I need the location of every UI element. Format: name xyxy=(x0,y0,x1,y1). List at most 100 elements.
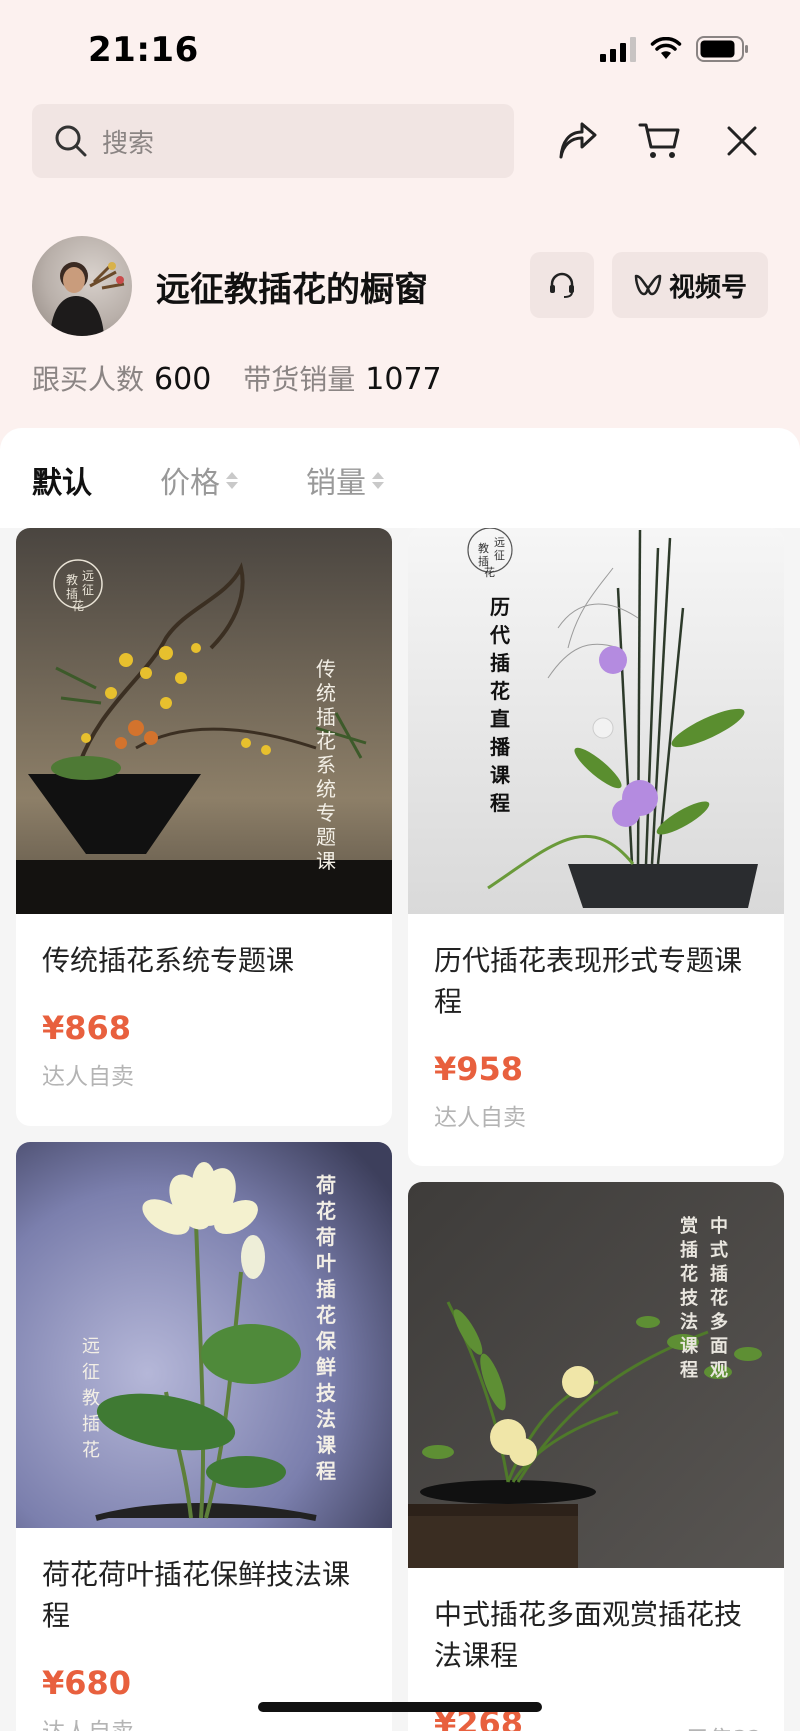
svg-text:课: 课 xyxy=(316,849,336,873)
product-card[interactable]: 中式插花多面观赏插花技法课程 中式插花多面观赏插花技法课程 ¥268 已售32 xyxy=(408,1182,784,1731)
svg-text:教: 教 xyxy=(66,572,78,587)
svg-text:花: 花 xyxy=(484,566,495,579)
svg-text:征: 征 xyxy=(82,1362,100,1383)
search-input[interactable]: 搜索 xyxy=(32,104,514,178)
product-price: ¥680 xyxy=(42,1664,132,1702)
channels-button[interactable]: 视频号 xyxy=(612,252,768,318)
product-card[interactable]: 传统插花系统专题课 远征教插花 传统插花系统专题课 ¥868 达人自卖 xyxy=(16,528,392,1126)
svg-text:技: 技 xyxy=(680,1287,699,1309)
svg-text:保: 保 xyxy=(315,1329,337,1353)
product-sold-count: 已售32 xyxy=(687,1720,762,1731)
product-title: 传统插花系统专题课 xyxy=(42,944,295,977)
shop-avatar[interactable] xyxy=(32,236,132,336)
svg-text:征: 征 xyxy=(494,549,505,562)
svg-text:中: 中 xyxy=(710,1215,728,1237)
sort-arrows-icon xyxy=(372,471,384,489)
search-icon xyxy=(55,125,87,157)
product-card[interactable]: 荷花荷叶插花保鲜技法课程 远征教插花 荷花荷叶插花保鲜技法课程 ¥680 达人自… xyxy=(16,1142,392,1731)
svg-text:插: 插 xyxy=(316,705,336,729)
svg-text:课: 课 xyxy=(490,763,511,787)
product-seller: 达人自卖 xyxy=(434,1105,526,1131)
svg-text:统: 统 xyxy=(316,777,336,801)
svg-text:插: 插 xyxy=(490,651,510,675)
svg-text:观: 观 xyxy=(710,1360,728,1381)
svg-text:远: 远 xyxy=(494,536,505,549)
product-price: ¥958 xyxy=(434,1050,524,1088)
product-card[interactable]: 历代插花直播课程 远征教插花 历代插花表现形式专题课程 ¥958 达人自卖 xyxy=(408,528,784,1166)
status-icons xyxy=(600,36,750,62)
close-button[interactable] xyxy=(712,110,772,172)
product-title: 中式插花多面观赏插花技法课程 xyxy=(434,1598,743,1672)
svg-text:专: 专 xyxy=(316,801,336,825)
svg-text:远: 远 xyxy=(82,1336,100,1357)
product-title: 历代插花表现形式专题课程 xyxy=(434,944,743,1018)
status-time: 21:16 xyxy=(88,30,199,70)
svg-text:教: 教 xyxy=(478,542,489,555)
sort-tab-default[interactable]: 默认 xyxy=(32,458,92,502)
headset-icon xyxy=(550,272,574,298)
svg-text:程: 程 xyxy=(316,1459,336,1483)
product-price: ¥868 xyxy=(42,1009,132,1047)
sales-count: 1077 xyxy=(365,362,442,397)
svg-text:多: 多 xyxy=(710,1311,728,1333)
svg-text:花: 花 xyxy=(710,1287,728,1309)
sort-tab-default-label: 默认 xyxy=(32,466,92,501)
svg-text:式: 式 xyxy=(710,1239,728,1261)
svg-text:征: 征 xyxy=(82,583,94,597)
svg-text:统: 统 xyxy=(316,681,336,705)
product-image: 中式插花多面观 赏插花技法课程 xyxy=(408,1182,784,1568)
cart-button[interactable] xyxy=(630,110,690,172)
svg-text:插: 插 xyxy=(680,1239,698,1261)
cellular-signal-icon xyxy=(600,36,636,62)
sort-arrows-icon xyxy=(226,471,238,489)
svg-text:程: 程 xyxy=(680,1360,698,1381)
svg-text:历: 历 xyxy=(490,595,510,619)
share-icon xyxy=(559,122,597,159)
shop-stats: 跟买人数 600 带货销量 1077 xyxy=(32,358,442,398)
product-seller: 达人自卖 xyxy=(42,1064,134,1090)
cart-icon xyxy=(638,123,680,158)
svg-text:花: 花 xyxy=(680,1263,698,1285)
svg-text:花: 花 xyxy=(316,1303,336,1327)
svg-text:课: 课 xyxy=(316,1433,337,1457)
svg-text:荷: 荷 xyxy=(316,1225,336,1249)
wifi-icon xyxy=(650,37,682,59)
sort-tab-sales[interactable]: 销量 xyxy=(306,458,384,502)
svg-text:代: 代 xyxy=(489,623,510,647)
status-bar: 21:16 xyxy=(0,0,800,100)
svg-text:插: 插 xyxy=(710,1263,728,1285)
channels-icon xyxy=(634,274,662,296)
shop-name: 远征教插花的橱窗 xyxy=(156,270,428,310)
channels-label: 视频号 xyxy=(668,272,747,303)
svg-text:赏: 赏 xyxy=(680,1215,698,1237)
svg-text:花: 花 xyxy=(82,1440,100,1461)
share-button[interactable] xyxy=(548,110,608,172)
sort-tab-price[interactable]: 价格 xyxy=(160,458,238,502)
search-placeholder: 搜索 xyxy=(102,128,155,159)
svg-text:播: 播 xyxy=(490,735,511,759)
svg-text:程: 程 xyxy=(490,791,510,815)
svg-text:花: 花 xyxy=(316,1199,336,1223)
svg-text:法: 法 xyxy=(316,1407,336,1431)
svg-text:叶: 叶 xyxy=(316,1251,336,1275)
svg-text:课: 课 xyxy=(680,1336,699,1357)
svg-text:插: 插 xyxy=(82,1414,100,1435)
product-image: 传统插花系统专题课 远征教插花 xyxy=(16,528,392,914)
battery-icon xyxy=(696,36,748,62)
svg-text:技: 技 xyxy=(316,1381,337,1405)
home-indicator[interactable] xyxy=(258,1702,542,1712)
svg-text:系: 系 xyxy=(316,753,336,777)
product-image: 历代插花直播课程 远征教插花 xyxy=(408,528,784,914)
svg-text:直: 直 xyxy=(490,707,510,731)
svg-text:远: 远 xyxy=(82,569,94,583)
followers-label: 跟买人数 xyxy=(32,363,145,396)
sales-label: 带货销量 xyxy=(243,363,356,396)
svg-text:鲜: 鲜 xyxy=(316,1355,336,1379)
customer-service-button[interactable] xyxy=(530,252,594,318)
product-image: 荷花荷叶插花保鲜技法课程 远征教插花 xyxy=(16,1142,392,1528)
svg-text:插: 插 xyxy=(316,1277,336,1301)
close-icon xyxy=(727,126,757,156)
svg-text:荷: 荷 xyxy=(316,1173,336,1197)
svg-text:法: 法 xyxy=(680,1311,698,1333)
avatar-portrait xyxy=(50,262,125,336)
